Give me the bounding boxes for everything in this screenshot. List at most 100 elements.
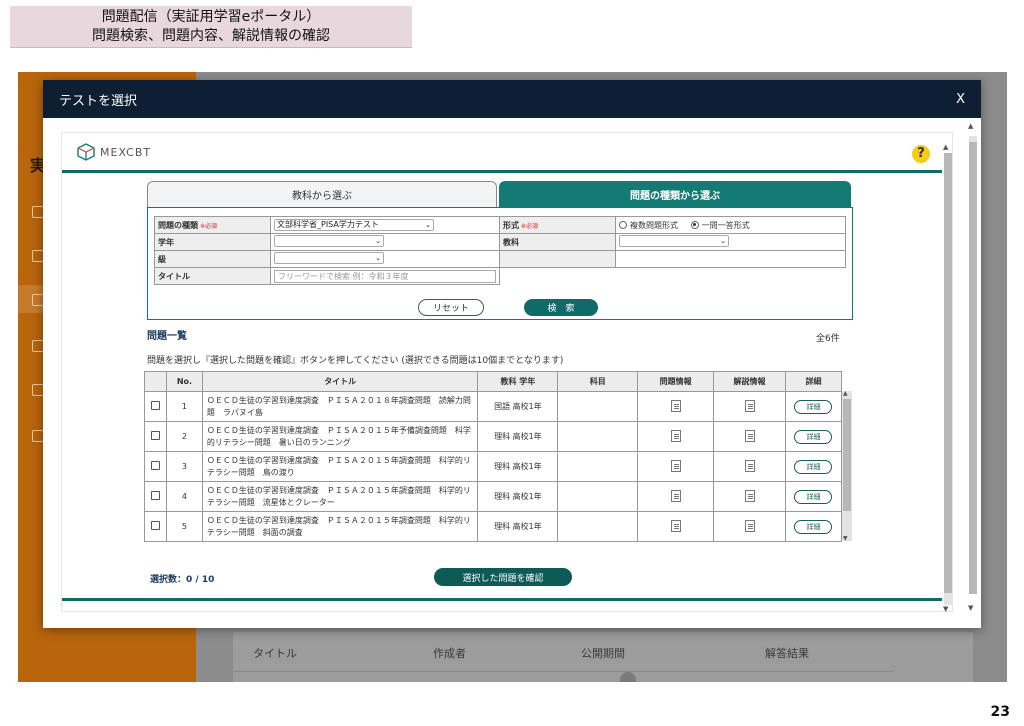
scroll-up-icon[interactable]: ▲	[968, 122, 973, 130]
explanation-info-icon[interactable]	[744, 489, 755, 502]
question-type-label: 問題の種類 ※必須	[154, 216, 271, 234]
background-table-header: タイトル 作成者 公開期間 解答結果	[233, 632, 973, 682]
question-type-select[interactable]: 文部科学省_PISA学力テスト ⌄	[274, 219, 434, 231]
selection-count: 選択数：0 / 10	[150, 575, 215, 585]
detail-button[interactable]: 詳細	[794, 489, 833, 504]
title-search-input[interactable]: フリーワードで検索 例：令和３年度	[274, 269, 496, 283]
header-divider	[62, 170, 942, 173]
row-title: ＯＥＣＤ生徒の学習到達度調査 ＰＩＳＡ２０１５年調査問題 科学的リテラシー問題 …	[201, 481, 479, 512]
question-info-icon[interactable]	[670, 489, 681, 502]
row-grade: 理科 高校1年	[477, 511, 559, 542]
detail-button[interactable]: 詳細	[794, 459, 833, 474]
radio-selected-icon	[690, 220, 699, 229]
row-grade: 国語 高校1年	[477, 391, 559, 422]
detail-button[interactable]: 詳細	[794, 519, 833, 534]
row-checkbox[interactable]	[150, 431, 160, 440]
scroll-up-icon[interactable]: ▲	[843, 390, 848, 397]
table-row: 3 ＯＥＣＤ生徒の学習到達度調査 ＰＩＳＡ２０１５年調査問題 科学的リテラシー問…	[144, 451, 843, 482]
search-panel: 問題の種類 ※必須 文部科学省_PISA学力テスト ⌄ 形式 ※必須 複数問題形式 一…	[147, 207, 853, 320]
col-subject-grade: 教科 学年	[477, 371, 559, 392]
search-button[interactable]: 検 索	[524, 299, 598, 316]
confirm-selected-button[interactable]: 選択した問題を確認	[434, 568, 572, 586]
question-info-icon[interactable]	[670, 429, 681, 442]
question-info-icon[interactable]	[670, 519, 681, 532]
scroll-down-icon[interactable]: ▼	[843, 535, 848, 542]
question-table: No. タイトル 教科 学年 科目 問題情報 解説情報 詳細 1 ＯＥＣＤ生徒の…	[144, 371, 843, 542]
subject-select[interactable]: ⌄	[619, 235, 729, 247]
page-number: 23	[990, 704, 1010, 720]
table-row: 2 ＯＥＣＤ生徒の学習到達度調査 ＰＩＳＡ２０１５年予備調査問題 科学的リテラシ…	[144, 421, 843, 452]
radio-icon	[619, 220, 627, 229]
col-title: タイトル	[201, 371, 479, 392]
explanation-info-icon[interactable]	[744, 519, 755, 532]
table-scrollbar[interactable]: ▲ ▼	[842, 390, 852, 542]
logo-text: MEXCBT	[100, 145, 152, 159]
format-radio-multi[interactable]: 複数問題形式	[619, 220, 678, 230]
slide-title: 問題配信（実証用学習eポータル） 問題検索、問題内容、解説情報の確認	[10, 6, 412, 48]
subject-label: 教科	[499, 233, 616, 251]
scroll-down-icon[interactable]: ▼	[943, 605, 948, 613]
detail-button[interactable]: 詳細	[794, 429, 833, 444]
level-label: 級	[154, 250, 271, 268]
scroll-down-icon[interactable]: ▼	[968, 604, 973, 612]
select-test-modal: テストを選択 X MEXCBT ? 教科から選ぶ 問題の種類から選ぶ 問題の種類…	[43, 80, 981, 628]
mexcbt-logo-icon	[77, 143, 95, 161]
reset-button[interactable]: リセット	[418, 299, 484, 316]
bg-col-period: 公開期間	[581, 647, 625, 660]
format-label: 形式 ※必須	[499, 216, 616, 234]
row-checkbox[interactable]	[150, 401, 160, 410]
scroll-up-icon[interactable]: ▲	[943, 143, 948, 151]
footer-divider	[62, 598, 942, 601]
help-icon[interactable]: ?	[912, 145, 930, 163]
close-button[interactable]: X	[956, 92, 965, 107]
explanation-info-icon[interactable]	[744, 429, 755, 442]
result-count: 全6件	[816, 334, 840, 344]
table-row: 4 ＯＥＣＤ生徒の学習到達度調査 ＰＩＳＡ２０１５年調査問題 科学的リテラシー問…	[144, 481, 843, 512]
question-info-icon[interactable]	[670, 399, 681, 412]
tab-by-question-type[interactable]: 問題の種類から選ぶ	[499, 181, 851, 207]
col-no: No.	[165, 371, 203, 392]
row-grade: 理科 高校1年	[477, 451, 559, 482]
bg-col-result: 解答結果	[765, 647, 809, 660]
title-label: タイトル	[154, 267, 271, 285]
row-title: ＯＥＣＤ生徒の学習到達度調査 ＰＩＳＡ２０１５年調査問題 科学的リテラシー問題 …	[201, 511, 479, 542]
col-check	[144, 371, 167, 392]
col-course: 科目	[557, 371, 639, 392]
grade-label: 学年	[154, 233, 271, 251]
modal-body: MEXCBT ? 教科から選ぶ 問題の種類から選ぶ 問題の種類 ※必須 文部科学省…	[61, 132, 954, 613]
row-grade: 理科 高校1年	[477, 421, 559, 452]
row-title: ＯＥＣＤ生徒の学習到達度調査 ＰＩＳＡ２０１８年調査問題 読解力問題 ラパヌイ島	[201, 391, 479, 422]
row-checkbox[interactable]	[150, 521, 160, 530]
tab-by-subject[interactable]: 教科から選ぶ	[147, 181, 497, 207]
format-radio-single[interactable]: 一問一答形式	[690, 220, 750, 230]
grade-select[interactable]: ⌄	[274, 235, 384, 247]
modal-header: テストを選択 X	[43, 80, 981, 118]
modal-outer-scrollbar[interactable]: ▲ ▼	[966, 122, 980, 612]
slide-title-line2: 問題検索、問題内容、解説情報の確認	[92, 27, 330, 44]
table-row: 5 ＯＥＣＤ生徒の学習到達度調査 ＰＩＳＡ２０１５年調査問題 科学的リテラシー問…	[144, 511, 843, 542]
search-conditions: 問題の種類 ※必須 文部科学省_PISA学力テスト ⌄ 形式 ※必須 複数問題形式 一…	[154, 216, 846, 285]
background-scroll-indicator	[620, 672, 636, 682]
level-select[interactable]: ⌄	[274, 252, 384, 264]
bg-col-title: タイトル	[253, 647, 297, 660]
row-grade: 理科 高校1年	[477, 481, 559, 512]
row-title: ＯＥＣＤ生徒の学習到達度調査 ＰＩＳＡ２０１５年予備調査問題 科学的リテラシー問…	[201, 421, 479, 452]
selection-instruction: 問題を選択し『選択した問題を確認』ボタンを押してください (選択できる問題は10…	[147, 356, 564, 366]
explanation-info-icon[interactable]	[744, 399, 755, 412]
question-list-title: 問題一覧	[147, 331, 187, 342]
question-info-icon[interactable]	[670, 459, 681, 472]
row-checkbox[interactable]	[150, 491, 160, 500]
row-checkbox[interactable]	[150, 461, 160, 470]
search-tabs: 教科から選ぶ 問題の種類から選ぶ	[147, 181, 853, 207]
bg-col-author: 作成者	[433, 647, 466, 660]
explanation-info-icon[interactable]	[744, 459, 755, 472]
col-question-info: 問題情報	[637, 371, 715, 392]
slide-title-line1: 問題配信（実証用学習eポータル）	[101, 8, 321, 25]
modal-title: テストを選択	[59, 93, 138, 109]
row-title: ＯＥＣＤ生徒の学習到達度調査 ＰＩＳＡ２０１５年調査問題 科学的リテラシー問題 …	[201, 451, 479, 482]
table-row: 1 ＯＥＣＤ生徒の学習到達度調査 ＰＩＳＡ２０１８年調査問題 読解力問題 ラパヌ…	[144, 391, 843, 422]
detail-button[interactable]: 詳細	[794, 399, 833, 414]
modal-inner-scrollbar[interactable]: ▲ ▼	[942, 143, 954, 613]
col-explanation-info: 解説情報	[713, 371, 786, 392]
col-detail: 詳細	[784, 371, 843, 392]
